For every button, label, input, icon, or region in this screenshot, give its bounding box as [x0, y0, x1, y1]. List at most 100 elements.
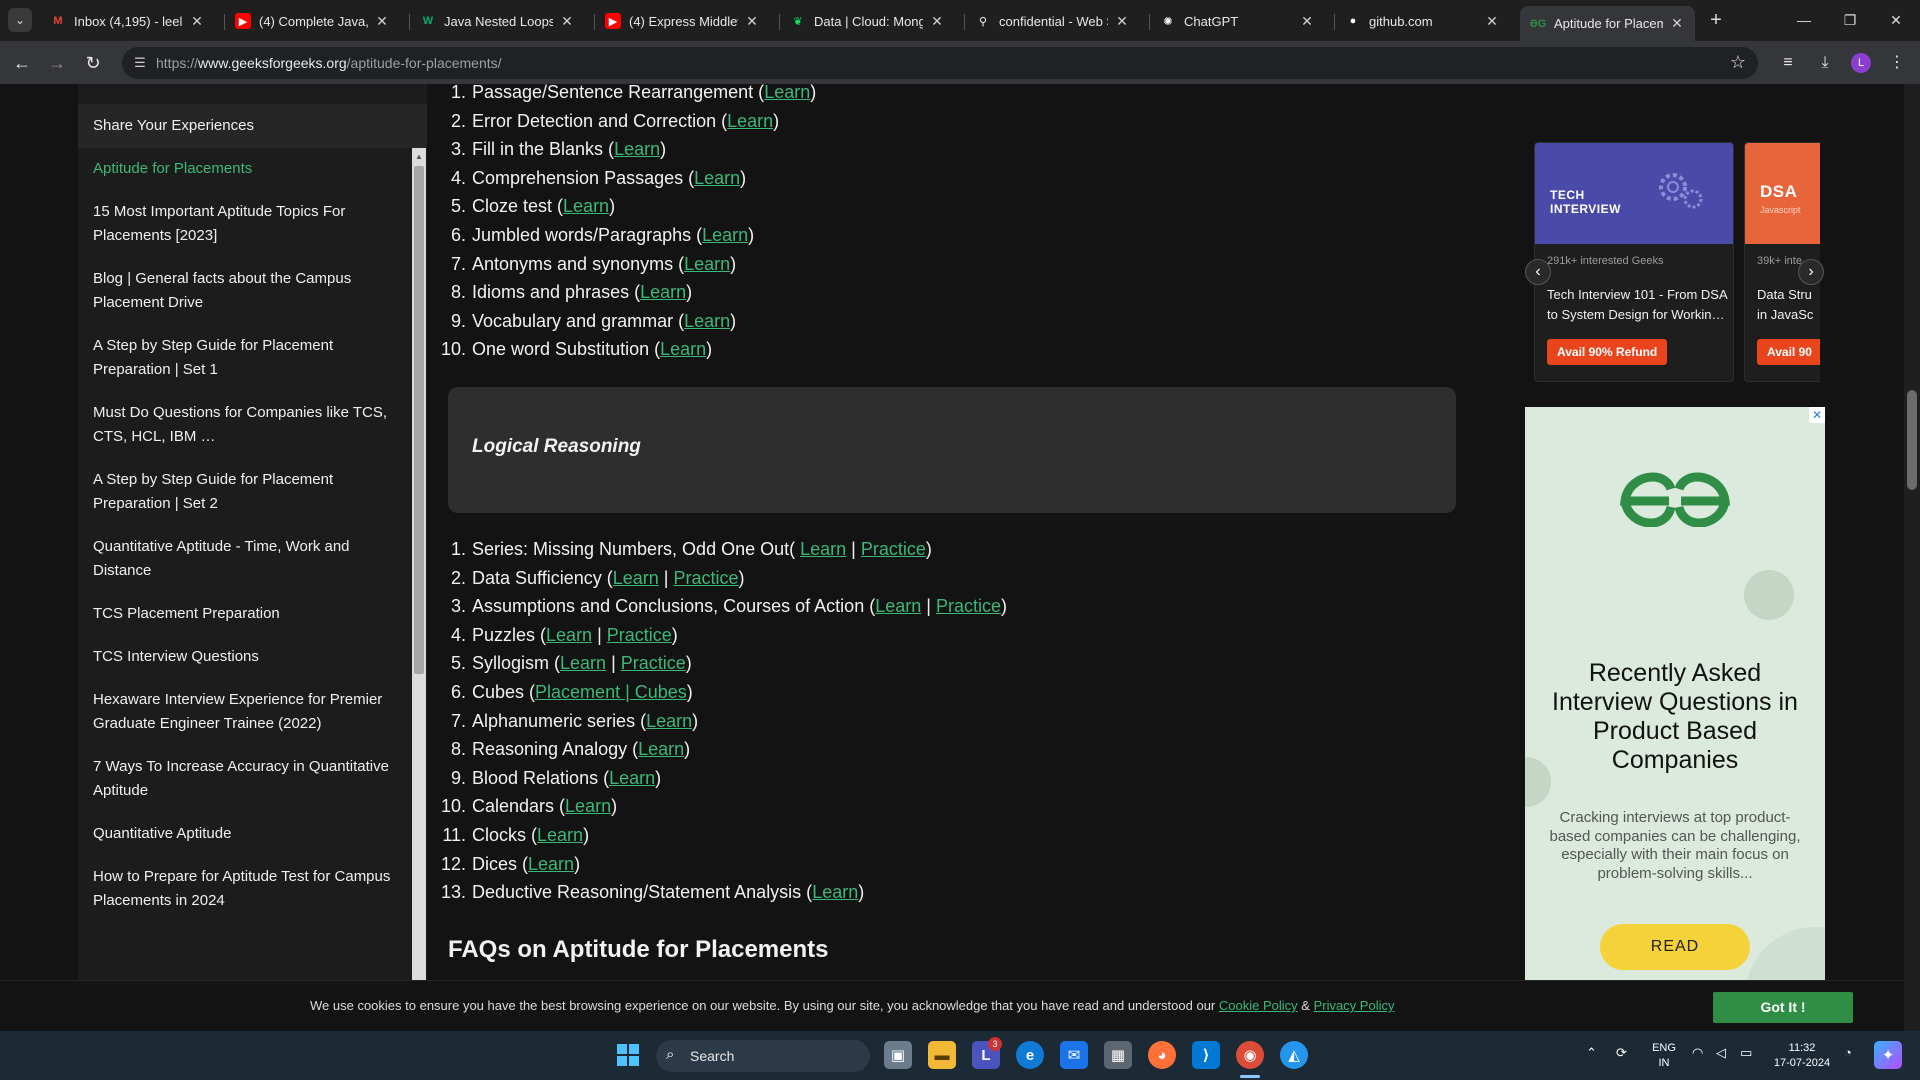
learn-link[interactable]: Learn [702, 225, 748, 245]
page-scroll-thumb[interactable] [1907, 390, 1917, 490]
carousel-prev-icon[interactable]: ‹ [1525, 259, 1551, 285]
learn-link[interactable]: Learn [684, 311, 730, 331]
learn-link[interactable]: Learn [727, 111, 773, 131]
wifi-icon[interactable]: ◠ [1692, 1045, 1703, 1061]
tab-close-icon[interactable]: ✕ [744, 13, 760, 30]
sync-icon[interactable]: ⟳ [1616, 1045, 1627, 1061]
sidebar-item[interactable]: Quantitative Aptitude [78, 813, 411, 856]
sidebar-item[interactable]: Blog | General facts about the Campus Pl… [78, 258, 411, 325]
sidebar-scroll-thumb[interactable] [414, 166, 424, 674]
tab-search-chevron-icon[interactable]: ⌄ [8, 8, 32, 32]
site-info-icon[interactable]: ☰ [132, 55, 148, 71]
browser-tab[interactable]: ▶ (4) Express Middlewar ✕ [595, 6, 770, 36]
reading-list-icon[interactable]: ≡ [1776, 51, 1800, 75]
advertisement[interactable]: Recently Asked Interview Questions in Pr… [1525, 407, 1825, 981]
course-title[interactable]: Tech Interview 101 - From DSA to System … [1547, 285, 1727, 325]
sidebar-item[interactable]: A Step by Step Guide for Placement Prepa… [78, 325, 411, 392]
learn-link[interactable]: Learn [660, 339, 706, 359]
tab-close-icon[interactable]: ✕ [1114, 13, 1130, 30]
close-window-icon[interactable]: ✕ [1873, 8, 1919, 32]
restore-icon[interactable]: ❐ [1827, 8, 1873, 32]
sidebar-scrollbar[interactable]: ▲ [412, 148, 426, 1031]
address-bar[interactable]: ☰ https://www.geeksforgeeks.org/aptitude… [122, 47, 1758, 79]
file-explorer-icon[interactable]: ▬ [928, 1041, 956, 1069]
sidebar-item[interactable]: Hexaware Interview Experience for Premie… [78, 679, 411, 746]
sidebar-item[interactable]: TCS Placement Preparation [78, 593, 411, 636]
learn-link[interactable]: Learn [528, 854, 574, 874]
practice-link[interactable]: Practice [936, 596, 1001, 616]
practice-link[interactable]: Practice [621, 653, 686, 673]
learn-link[interactable]: Learn [800, 539, 846, 559]
docker-icon[interactable]: ◭ [1280, 1041, 1308, 1069]
sidebar-item[interactable]: How to Prepare for Aptitude Test for Cam… [78, 856, 411, 923]
ad-close-icon[interactable]: ✕ [1809, 407, 1825, 423]
reload-icon[interactable]: ↻ [81, 51, 105, 75]
sidebar-header[interactable]: Share Your Experiences [78, 104, 427, 148]
practice-link[interactable]: Practice [861, 539, 926, 559]
edge-icon[interactable]: e [1016, 1041, 1044, 1069]
course-card[interactable]: TECH INTERVIEW 291k+ interested Geeks Tec… [1534, 142, 1734, 382]
carousel-next-icon[interactable]: › [1798, 259, 1824, 285]
learn-link[interactable]: Learn [563, 196, 609, 216]
browser-tab[interactable]: ⚲ confidential - Web Se ✕ [965, 6, 1140, 36]
avail-refund-button[interactable]: Avail 90 [1757, 339, 1820, 365]
new-tab-button[interactable]: + [1704, 9, 1728, 33]
learn-link[interactable]: Learn [560, 653, 606, 673]
practice-link[interactable]: Practice [673, 568, 738, 588]
copilot-icon[interactable]: ✦ [1874, 1041, 1902, 1069]
learn-link[interactable]: Learn [546, 625, 592, 645]
learn-link[interactable]: Learn [646, 711, 692, 731]
tab-close-icon[interactable]: ✕ [1669, 15, 1685, 32]
vscode-icon[interactable]: ⟩ [1192, 1041, 1220, 1069]
notifications-bell-icon[interactable]: ◔ [1844, 1045, 1852, 1060]
profile-avatar[interactable]: L [1851, 53, 1871, 73]
download-icon[interactable]: ⤓ [1813, 51, 1837, 75]
learn-link[interactable]: Placement | Cubes [535, 682, 687, 702]
tab-close-icon[interactable]: ✕ [1299, 13, 1315, 30]
cookie-policy-link[interactable]: Cookie Policy [1219, 998, 1298, 1013]
ad-read-button[interactable]: READ [1600, 924, 1750, 970]
mail-icon[interactable]: ✉ [1060, 1041, 1088, 1069]
privacy-policy-link[interactable]: Privacy Policy [1314, 998, 1395, 1013]
bookmark-star-icon[interactable]: ☆ [1730, 52, 1746, 73]
sidebar-item[interactable]: TCS Interview Questions [78, 636, 411, 679]
firefox-icon[interactable]: ◕ [1148, 1041, 1176, 1069]
browser-tab[interactable]: W Java Nested Loops ✕ [410, 6, 585, 36]
sidebar-item[interactable]: 7 Ways To Increase Accuracy in Quantitat… [78, 746, 411, 813]
learn-link[interactable]: Learn [764, 84, 810, 102]
learn-link[interactable]: Learn [640, 282, 686, 302]
sidebar-item[interactable]: A Step by Step Guide for Placement Prepa… [78, 459, 411, 526]
browser-tab[interactable]: ▶ (4) Complete Java, Sp ✕ [225, 6, 400, 36]
page-scrollbar[interactable] [1904, 84, 1920, 1031]
sidebar-item[interactable]: Must Do Questions for Companies like TCS… [78, 392, 411, 459]
tab-close-icon[interactable]: ✕ [929, 13, 945, 30]
windows-start-icon[interactable] [614, 1041, 642, 1069]
course-title[interactable]: Data Stru in JavaSc [1757, 285, 1817, 325]
browser-tab[interactable]: ƏG Aptitude for Placeme ✕ [1520, 6, 1695, 41]
practice-link[interactable]: Practice [607, 625, 672, 645]
scroll-up-arrow-icon[interactable]: ▲ [415, 152, 423, 161]
battery-icon[interactable]: ▭ [1740, 1045, 1752, 1061]
learn-link[interactable]: Learn [812, 882, 858, 902]
tab-close-icon[interactable]: ✕ [559, 13, 575, 30]
tab-close-icon[interactable]: ✕ [374, 13, 390, 30]
taskbar-search[interactable]: ⌕ Search [656, 1040, 870, 1072]
browser-tab[interactable]: ❦ Data | Cloud: MongoD ✕ [780, 6, 955, 36]
learn-link[interactable]: Learn [609, 768, 655, 788]
browser-tab[interactable]: ● github.com ✕ [1335, 6, 1510, 36]
calculator-icon[interactable]: ▦ [1104, 1041, 1132, 1069]
tab-close-icon[interactable]: ✕ [1484, 13, 1500, 30]
volume-icon[interactable]: ◁ [1716, 1045, 1726, 1061]
back-arrow-icon[interactable]: ← [10, 51, 34, 75]
learn-link[interactable]: Learn [565, 796, 611, 816]
learn-link[interactable]: Learn [537, 825, 583, 845]
learn-link[interactable]: Learn [875, 596, 921, 616]
sidebar-item[interactable]: 15 Most Important Aptitude Topics For Pl… [78, 191, 411, 258]
avail-refund-button[interactable]: Avail 90% Refund [1547, 339, 1668, 365]
language-indicator[interactable]: ENG IN [1650, 1041, 1678, 1071]
sidebar-item[interactable]: Aptitude for Placements [78, 148, 411, 191]
system-clock[interactable]: 11:32 17-07-2024 [1772, 1041, 1832, 1071]
minimize-icon[interactable]: — [1781, 8, 1827, 32]
browser-tab[interactable]: ✺ ChatGPT ✕ [1150, 6, 1325, 36]
forward-arrow-icon[interactable]: → [45, 51, 69, 75]
